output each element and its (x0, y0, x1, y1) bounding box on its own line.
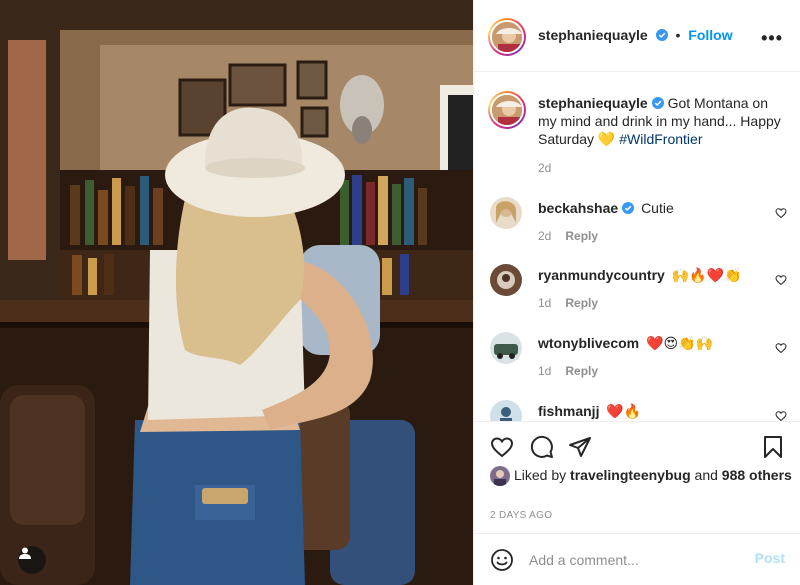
reply-button[interactable]: Reply (565, 296, 598, 310)
caption-username[interactable]: stephaniequayle (538, 95, 648, 111)
post-header: stephaniequayle • Follow ••• (474, 0, 800, 72)
heart-icon[interactable] (775, 207, 787, 219)
likes-summary: Liked by travelingteenybug and 988 other… (514, 466, 794, 484)
likes-user[interactable]: travelingteenybug (570, 467, 691, 483)
likes-prefix: Liked by (514, 467, 567, 483)
likes-conj: and (694, 467, 718, 483)
comment-text: 🙌🔥❤️👏 (671, 267, 742, 283)
bookmark-icon[interactable] (761, 435, 785, 459)
verified-badge-icon (655, 29, 668, 41)
heart-icon[interactable] (775, 410, 787, 421)
post-comment-button[interactable]: Post (755, 550, 785, 566)
heart-icon[interactable] (490, 435, 514, 459)
caption-text: stephaniequayle Got Montana on my mind a… (538, 94, 788, 148)
add-comment-bar: Post (474, 533, 800, 585)
comment-age[interactable]: 1d (538, 296, 551, 310)
post-actions: Liked by travelingteenybug and 988 other… (474, 421, 800, 533)
commenter-avatar[interactable] (490, 264, 522, 296)
commenter-avatar[interactable] (490, 332, 522, 364)
comment-username[interactable]: wtonyblivecom (538, 335, 639, 351)
emoji-icon[interactable] (490, 548, 514, 572)
verified-badge-icon (651, 97, 664, 109)
post-side-panel: stephaniequayle • Follow ••• stephaniequ… (473, 0, 800, 585)
commenter-avatar[interactable] (490, 400, 522, 421)
comment-username[interactable]: beckahshae (538, 200, 618, 216)
liker-avatar[interactable] (490, 466, 510, 486)
reply-button[interactable]: Reply (565, 229, 598, 243)
share-icon[interactable] (568, 435, 592, 459)
reply-button[interactable]: Reply (565, 364, 598, 378)
comments-list[interactable]: stephaniequayle Got Montana on my mind a… (474, 73, 800, 421)
caption: stephaniequayle Got Montana on my mind a… (474, 91, 800, 181)
comment-age[interactable]: 1d (538, 364, 551, 378)
caption-hashtag[interactable]: #WildFrontier (619, 131, 702, 147)
caption-avatar[interactable] (488, 91, 526, 129)
comment-username[interactable]: fishmanjj (538, 403, 599, 419)
author-avatar[interactable] (488, 18, 526, 56)
comment-text: ❤️😍👏🙌 (646, 335, 713, 351)
comment-icon[interactable] (530, 435, 554, 459)
more-options-icon[interactable]: ••• (761, 28, 783, 49)
post-photo[interactable] (0, 0, 473, 585)
heart-icon[interactable] (775, 342, 787, 354)
comment-item: fishmanjj ❤️🔥 (474, 400, 800, 421)
comment-age[interactable]: 2d (538, 229, 551, 243)
comment-text: ❤️🔥 (606, 403, 642, 419)
follow-button[interactable]: Follow (688, 27, 732, 43)
comment-text: Cutie (641, 200, 674, 216)
heart-icon[interactable] (775, 274, 787, 286)
likes-others[interactable]: 988 others (722, 467, 792, 483)
user-tag-icon[interactable] (18, 546, 46, 574)
add-comment-input[interactable] (529, 550, 749, 570)
verified-badge-icon (622, 202, 635, 214)
comment-item: wtonyblivecom ❤️😍👏🙌 1d Reply (474, 332, 800, 382)
caption-age[interactable]: 2d (538, 161, 551, 175)
post-timestamp[interactable]: 2 DAYS AGO (490, 510, 552, 521)
author-username[interactable]: stephaniequayle (538, 27, 648, 43)
header-separator: • (675, 27, 681, 43)
comment-item: beckahshae Cutie 2d Reply (474, 197, 800, 247)
comment-item: ryanmundycountry 🙌🔥❤️👏 1d Reply (474, 264, 800, 314)
comment-username[interactable]: ryanmundycountry (538, 267, 665, 283)
commenter-avatar[interactable] (490, 197, 522, 229)
photo-illustration (0, 0, 473, 585)
